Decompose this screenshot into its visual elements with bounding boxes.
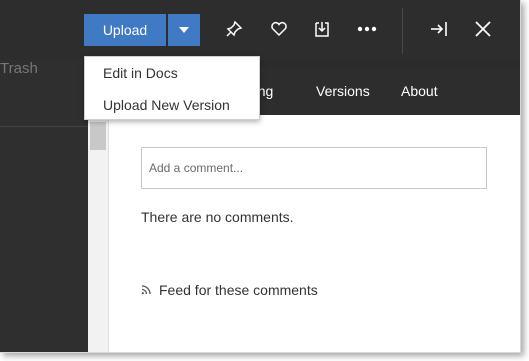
chevron-down-icon bbox=[179, 27, 189, 33]
rss-icon bbox=[141, 285, 151, 295]
feed-link-label: Feed for these comments bbox=[159, 282, 318, 298]
empty-comments-text: There are no comments. bbox=[141, 209, 294, 225]
background-heading: Trash bbox=[0, 60, 38, 77]
more-icon[interactable] bbox=[354, 16, 380, 42]
top-toolbar: Upload bbox=[0, 0, 520, 60]
comment-input[interactable] bbox=[141, 147, 487, 189]
tab-about[interactable]: About bbox=[401, 83, 438, 99]
close-icon[interactable] bbox=[470, 16, 496, 42]
upload-dropdown-menu: Edit in Docs Upload New Version bbox=[84, 56, 260, 120]
background-sidebar: Trash bbox=[0, 60, 88, 352]
scrollbar-thumb[interactable] bbox=[90, 122, 106, 150]
heart-icon[interactable] bbox=[266, 16, 292, 42]
divider bbox=[0, 126, 88, 127]
pin-icon[interactable] bbox=[221, 16, 247, 42]
download-icon[interactable] bbox=[309, 16, 335, 42]
menu-item-edit-in-docs[interactable]: Edit in Docs bbox=[103, 65, 178, 81]
comments-panel: There are no comments. Feed for these co… bbox=[109, 115, 520, 352]
menu-item-upload-new-version[interactable]: Upload New Version bbox=[103, 97, 230, 113]
upload-button-group: Upload bbox=[84, 14, 200, 46]
app-window: Upload Trash ring Versions About Add a c… bbox=[0, 0, 521, 353]
collapse-right-icon[interactable] bbox=[426, 16, 452, 42]
toolbar-divider bbox=[402, 8, 403, 54]
upload-dropdown-toggle[interactable] bbox=[168, 14, 200, 46]
comments-feed-link[interactable]: Feed for these comments bbox=[141, 282, 318, 298]
upload-button[interactable]: Upload bbox=[84, 14, 166, 46]
tab-versions[interactable]: Versions bbox=[316, 83, 370, 99]
